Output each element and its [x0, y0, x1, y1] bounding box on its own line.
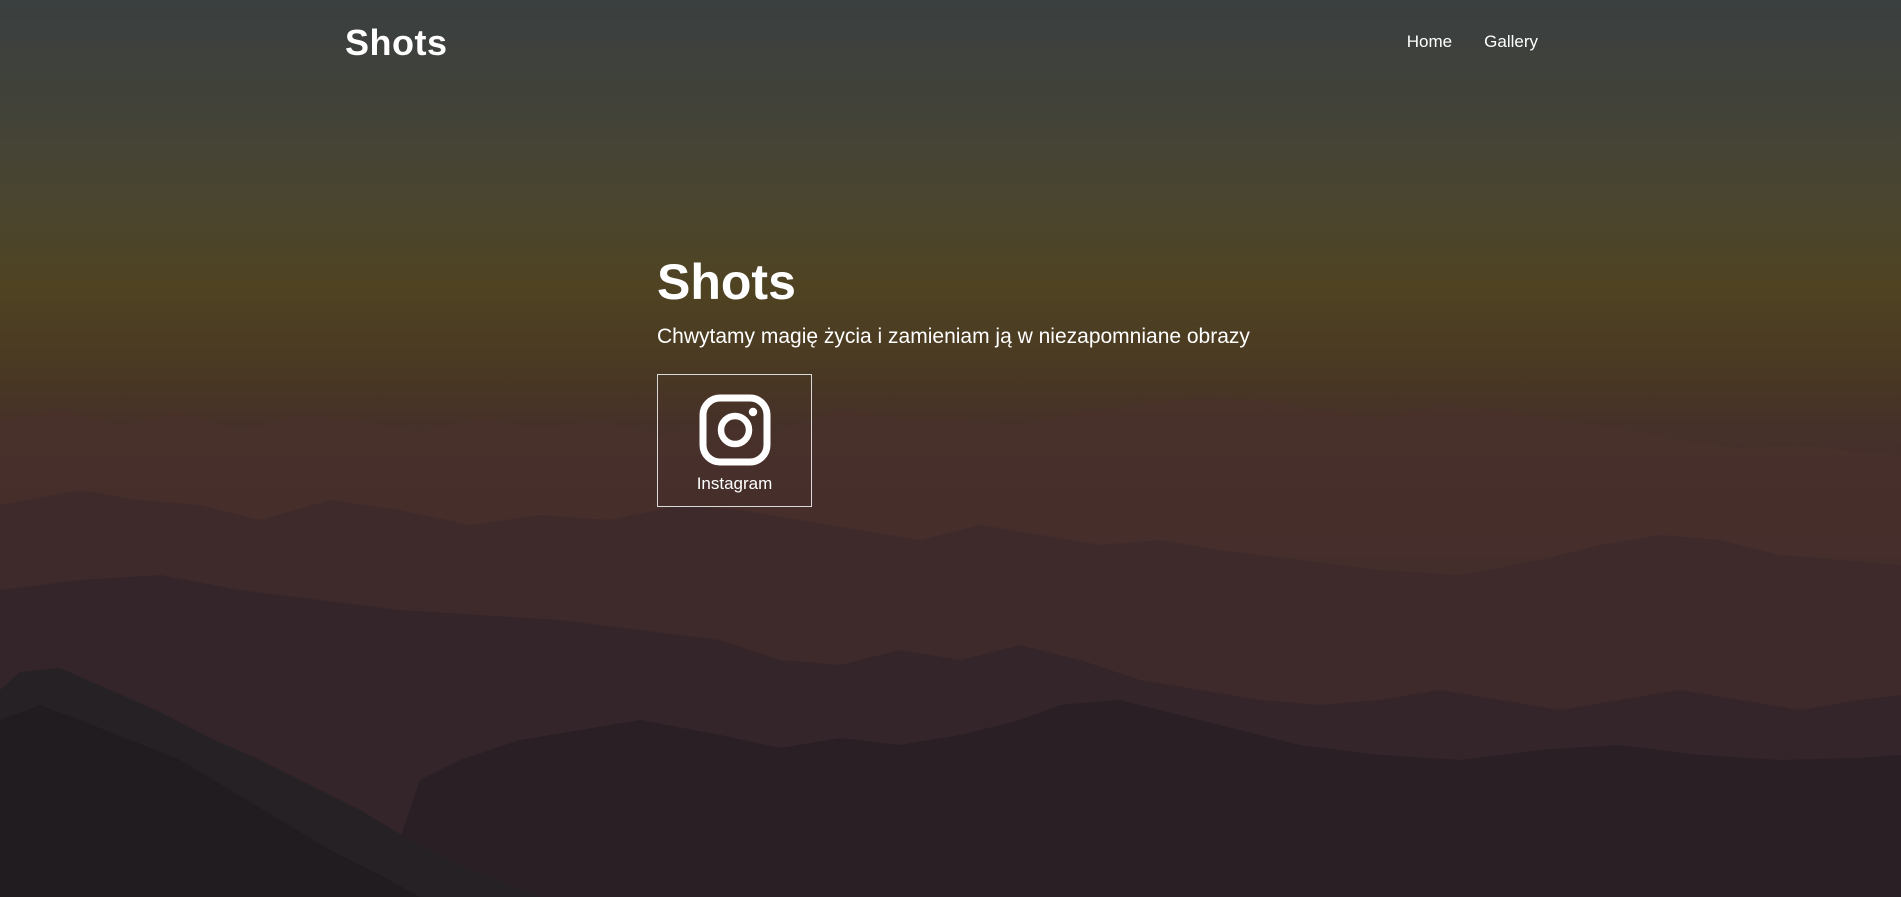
nav-link-home[interactable]: Home	[1407, 30, 1452, 54]
brand-logo[interactable]: Shots	[345, 20, 448, 66]
hero-title: Shots	[657, 254, 796, 310]
hero-subtitle: Chwytamy magię życia i zamieniam ją w ni…	[657, 325, 1250, 348]
nav-link-gallery[interactable]: Gallery	[1484, 30, 1538, 54]
instagram-button[interactable]: Instagram	[657, 374, 812, 507]
navbar: Shots Home Gallery	[0, 0, 1901, 86]
mountain-background-image	[0, 398, 1901, 897]
instagram-icon	[699, 394, 770, 466]
page: Shots Home Gallery Shots Chwytamy magię …	[0, 0, 1901, 897]
hero-section: Shots Chwytamy magię życia i zamieniam j…	[657, 250, 1250, 352]
instagram-label: Instagram	[696, 474, 773, 493]
nav-links: Home Gallery	[1407, 30, 1538, 54]
